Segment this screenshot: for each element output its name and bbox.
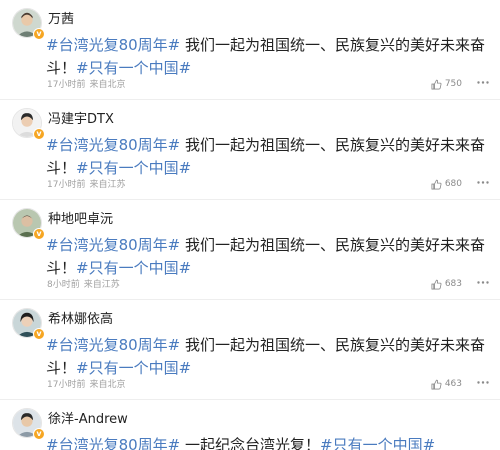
more-button[interactable] — [474, 72, 492, 92]
like-count: 680 — [444, 179, 462, 189]
more-dots-icon — [477, 80, 489, 84]
avatar[interactable]: v — [12, 308, 45, 340]
like-count: 683 — [444, 279, 462, 289]
thumbs-up-icon — [431, 179, 442, 190]
thumbs-up-icon — [431, 279, 442, 290]
like-button[interactable]: 680 — [431, 176, 462, 192]
comment-meta: 17小时前 来自北京 — [47, 379, 125, 391]
comment-item: v 种地吧卓沅 #台湾光复80周年# 我们一起为祖国统一、民族复兴的美好未来奋斗… — [0, 200, 500, 300]
more-dots-icon — [477, 180, 489, 184]
comment-meta: 8小时前 来自江苏 — [47, 279, 120, 291]
comment-location: 来自北京 — [89, 380, 126, 390]
like-count: 750 — [444, 79, 462, 89]
comment-text: #台湾光复80周年# 我们一起为祖国统一、民族复兴的美好未来奋斗！#只有一个中国… — [46, 234, 486, 280]
hashtag-link[interactable]: #台湾光复80周年# — [46, 236, 180, 254]
username[interactable]: 徐洋-Andrew — [48, 412, 128, 428]
more-dots-icon — [477, 380, 489, 384]
verified-badge-icon: v — [33, 328, 45, 340]
avatar[interactable]: v — [12, 208, 45, 240]
hashtag-link[interactable]: #只有一个中国# — [76, 359, 191, 377]
comment-item: v 万茜 #台湾光复80周年# 我们一起为祖国统一、民族复兴的美好未来奋斗！#只… — [0, 0, 500, 100]
hashtag-link[interactable]: #台湾光复80周年# — [46, 136, 180, 154]
verified-badge-icon: v — [33, 428, 45, 440]
username[interactable]: 冯建宇DTX — [48, 112, 114, 128]
hashtag-link[interactable]: #台湾光复80周年# — [46, 36, 180, 54]
verified-badge-icon: v — [33, 128, 45, 140]
thumbs-up-icon — [431, 79, 442, 90]
comment-time: 8小时前 — [47, 280, 80, 290]
like-button[interactable]: 463 — [431, 376, 462, 392]
like-button[interactable]: 683 — [431, 276, 462, 292]
comment-time: 17小时前 — [47, 180, 86, 190]
like-button[interactable]: 750 — [431, 76, 462, 92]
comment-location: 来自江苏 — [89, 180, 126, 190]
verified-badge-icon: v — [33, 228, 45, 240]
comment-body: 一起纪念台湾光复！ — [180, 436, 321, 450]
username[interactable]: 希林娜依高 — [48, 312, 113, 328]
comment-location: 来自江苏 — [83, 280, 120, 290]
username[interactable]: 种地吧卓沅 — [48, 212, 113, 228]
more-dots-icon — [477, 280, 489, 284]
comment-text: #台湾光复80周年# 一起纪念台湾光复！#只有一个中国# — [46, 434, 486, 450]
comment-text: #台湾光复80周年# 我们一起为祖国统一、民族复兴的美好未来奋斗！#只有一个中国… — [46, 34, 486, 80]
hashtag-link[interactable]: #只有一个中国# — [76, 259, 191, 277]
hashtag-link[interactable]: #只有一个中国# — [76, 159, 191, 177]
like-count: 463 — [444, 379, 462, 389]
username[interactable]: 万茜 — [48, 12, 74, 28]
comment-time: 17小时前 — [47, 380, 86, 390]
comment-item: v 冯建宇DTX #台湾光复80周年# 我们一起为祖国统一、民族复兴的美好未来奋… — [0, 100, 500, 200]
verified-badge-icon: v — [33, 28, 45, 40]
avatar[interactable]: v — [12, 8, 45, 40]
comment-feed: v 万茜 #台湾光复80周年# 我们一起为祖国统一、民族复兴的美好未来奋斗！#只… — [0, 0, 500, 450]
comment-item: v 徐洋-Andrew #台湾光复80周年# 一起纪念台湾光复！#只有一个中国# — [0, 400, 500, 450]
comment-meta: 17小时前 来自北京 — [47, 79, 125, 91]
comment-location: 来自北京 — [89, 80, 126, 90]
thumbs-up-icon — [431, 379, 442, 390]
comment-time: 17小时前 — [47, 80, 86, 90]
hashtag-link[interactable]: #台湾光复80周年# — [46, 336, 180, 354]
hashtag-link[interactable]: #只有一个中国# — [76, 59, 191, 77]
comment-meta: 17小时前 来自江苏 — [47, 179, 125, 191]
avatar[interactable]: v — [12, 108, 45, 140]
more-button[interactable] — [474, 372, 492, 392]
more-button[interactable] — [474, 272, 492, 292]
comment-item: v 希林娜依高 #台湾光复80周年# 我们一起为祖国统一、民族复兴的美好未来奋斗… — [0, 300, 500, 400]
hashtag-link[interactable]: #台湾光复80周年# — [46, 436, 180, 450]
comment-text: #台湾光复80周年# 我们一起为祖国统一、民族复兴的美好未来奋斗！#只有一个中国… — [46, 334, 486, 380]
hashtag-link[interactable]: #只有一个中国# — [320, 436, 435, 450]
more-button[interactable] — [474, 172, 492, 192]
comment-text: #台湾光复80周年# 我们一起为祖国统一、民族复兴的美好未来奋斗！#只有一个中国… — [46, 134, 486, 180]
avatar[interactable]: v — [12, 408, 45, 440]
